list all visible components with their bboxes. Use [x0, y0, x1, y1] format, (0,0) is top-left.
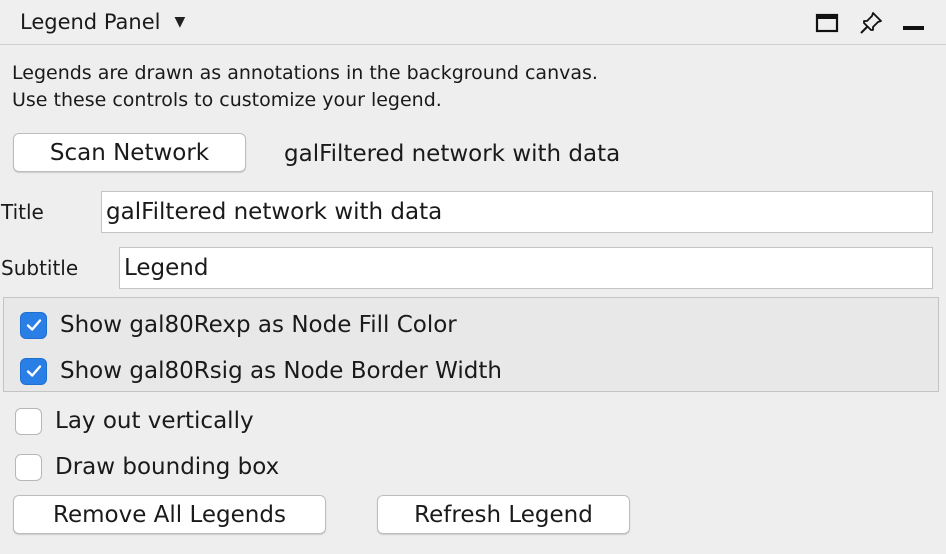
pin-icon[interactable] [858, 10, 884, 36]
checkbox-lay-out-vertically[interactable]: Lay out vertically [15, 406, 254, 436]
panel-title: Legend Panel [20, 10, 161, 34]
current-network-name: galFiltered network with data [284, 141, 621, 167]
checkbox-checked[interactable] [20, 357, 47, 385]
checkmark-icon [26, 319, 41, 331]
checkbox-draw-bounding-box[interactable]: Draw bounding box [15, 452, 279, 482]
checkbox-unchecked[interactable] [15, 407, 42, 435]
description-line-1: Legends are drawn as annotations in the … [12, 62, 598, 84]
checkmark-icon [26, 365, 41, 377]
remove-all-legends-button[interactable]: Remove All Legends [13, 495, 326, 534]
checkbox-border-width-mapping[interactable]: Show gal80Rsig as Node Border Width [20, 356, 502, 386]
panel-header: Legend Panel ▼ [0, 0, 946, 45]
panel-title-dropdown[interactable]: Legend Panel ▼ [20, 9, 185, 35]
maximize-icon[interactable] [814, 10, 840, 36]
scan-network-button[interactable]: Scan Network [13, 133, 246, 172]
description-line-2: Use these controls to customize your leg… [12, 89, 442, 111]
chevron-down-icon: ▼ [174, 14, 186, 30]
refresh-legend-button[interactable]: Refresh Legend [377, 495, 630, 534]
checkbox-label: Lay out vertically [55, 408, 254, 434]
checkbox-fill-color-mapping[interactable]: Show gal80Rexp as Node Fill Color [20, 310, 457, 340]
minimize-icon[interactable] [900, 10, 926, 36]
subtitle-input[interactable] [119, 247, 933, 289]
checkbox-label: Show gal80Rsig as Node Border Width [60, 358, 502, 384]
checkbox-label: Draw bounding box [55, 454, 280, 480]
subtitle-label: Subtitle [1, 256, 79, 280]
checkbox-unchecked[interactable] [15, 453, 42, 481]
title-input[interactable] [101, 191, 933, 233]
checkbox-checked[interactable] [20, 311, 47, 339]
title-label: Title [1, 200, 44, 224]
checkbox-label: Show gal80Rexp as Node Fill Color [60, 312, 457, 338]
